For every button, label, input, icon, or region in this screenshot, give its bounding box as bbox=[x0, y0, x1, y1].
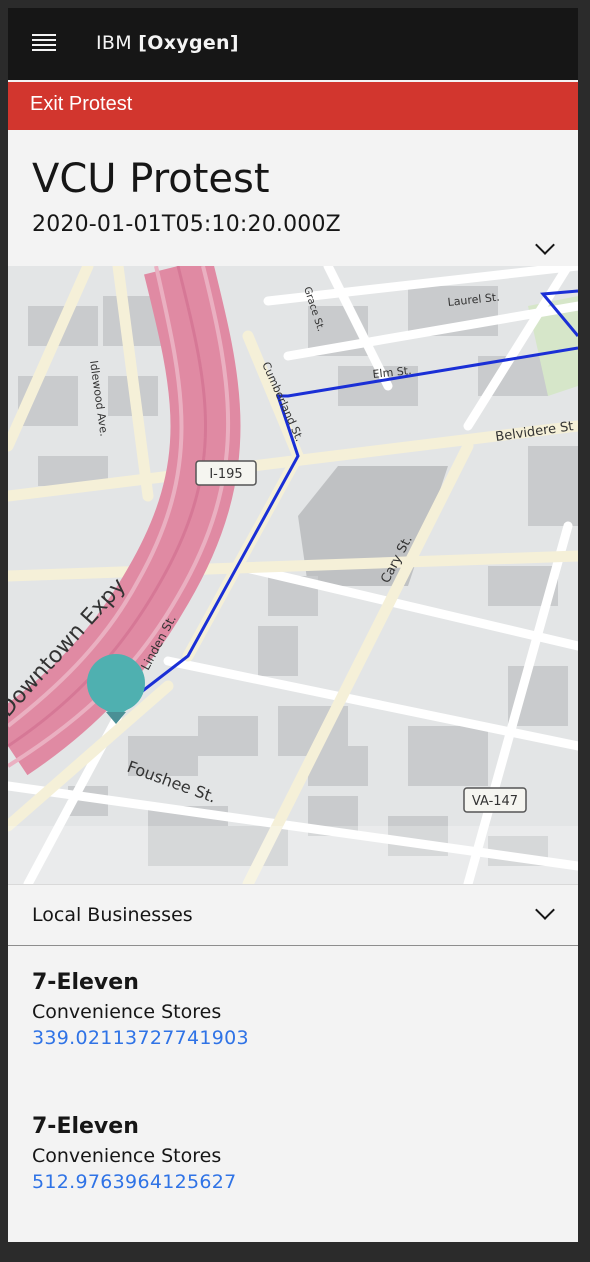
map-canvas[interactable]: Laurel St. Grace St. Idlewood Ave. Cumbe… bbox=[8, 266, 578, 884]
event-title: VCU Protest bbox=[32, 156, 270, 202]
list-item[interactable]: 7-Eleven Convenience Stores 339.02113727… bbox=[32, 970, 552, 1049]
brand-name: [Oxygen] bbox=[138, 32, 239, 54]
business-distance-link[interactable]: 512.9763964125627 bbox=[32, 1171, 552, 1193]
hamburger-menu-icon[interactable] bbox=[32, 34, 56, 52]
chevron-down-icon[interactable] bbox=[535, 900, 555, 920]
business-name: 7-Eleven bbox=[32, 1114, 139, 1139]
highway-shield-i195: I-195 bbox=[195, 460, 257, 486]
list-item[interactable]: 7-Eleven Convenience Stores 512.97639641… bbox=[32, 1114, 552, 1193]
shield-va147-label: VA-147 bbox=[472, 794, 518, 809]
exit-protest-button[interactable]: Exit Protest bbox=[8, 82, 578, 130]
highway-shield-va147: VA-147 bbox=[463, 787, 527, 813]
top-bar: IBM [Oxygen] bbox=[8, 8, 578, 80]
brand-prefix: IBM bbox=[96, 32, 132, 54]
app-frame: IBM [Oxygen] Exit Protest VCU Protest 20… bbox=[8, 8, 578, 1242]
business-name: 7-Eleven bbox=[32, 970, 139, 995]
brand: IBM [Oxygen] bbox=[96, 32, 239, 54]
exit-protest-label: Exit Protest bbox=[30, 93, 133, 115]
business-distance-link[interactable]: 339.02113727741903 bbox=[32, 1027, 552, 1049]
business-category: Convenience Stores bbox=[32, 1145, 222, 1167]
local-businesses-accordion[interactable]: Local Businesses bbox=[8, 884, 578, 946]
shield-i195-label: I-195 bbox=[209, 467, 242, 482]
event-header: VCU Protest 2020-01-01T05:10:20.000Z bbox=[8, 130, 578, 266]
event-timestamp: 2020-01-01T05:10:20.000Z bbox=[32, 212, 341, 237]
chevron-down-icon[interactable] bbox=[535, 235, 555, 255]
business-category: Convenience Stores bbox=[32, 1001, 222, 1023]
map-view[interactable]: Laurel St. Grace St. Idlewood Ave. Cumbe… bbox=[8, 266, 578, 884]
local-businesses-label: Local Businesses bbox=[32, 904, 193, 926]
